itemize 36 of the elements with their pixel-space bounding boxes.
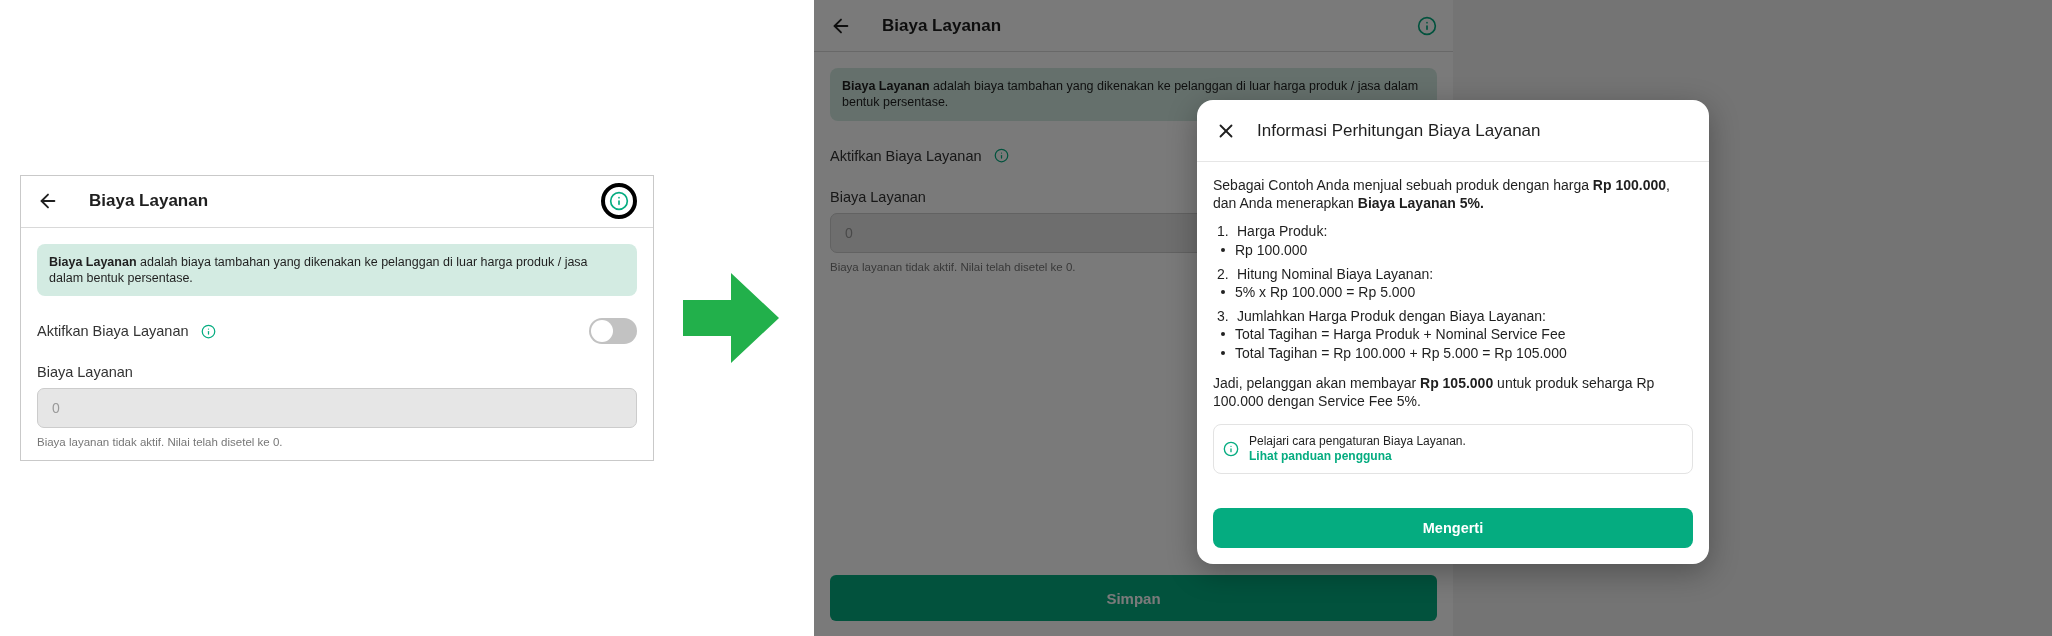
conclusion-text: Jadi, pelanggan akan membayar Rp 105.000 untuk produk seharga Rp 100.000 dengan Service Fee 5%.	[1213, 373, 1656, 411]
step-detail: Total Tagihan = Rp 100.000 + Rp 5.000 = Rp 105.000	[1235, 343, 1567, 362]
helper-text: Biaya layanan tidak aktif. Nilai telah disetel ke 0.	[830, 260, 1076, 273]
bullet-icon	[1221, 332, 1225, 337]
info-icon[interactable]	[1417, 15, 1437, 36]
bullet-icon	[1221, 247, 1225, 252]
dialog-title: Informasi Perhitungan Biaya Layanan	[1257, 120, 1541, 141]
toggle-switch[interactable]	[589, 318, 637, 345]
screen-title: Biaya Layanan	[882, 15, 1003, 36]
screen-title: Biaya Layanan	[89, 191, 210, 212]
arrow-right-icon	[683, 273, 779, 363]
info-icon[interactable]	[609, 191, 629, 212]
step-title: Harga Produk:	[1237, 222, 1328, 241]
callout-text: Pelajari cara pengaturan Biaya Layanan.	[1249, 434, 1466, 450]
field-label: Biaya Layanan	[830, 188, 926, 205]
step-title: Jumlahkan Harga Produk dengan Biaya Layanan:	[1237, 307, 1546, 326]
info-icon[interactable]	[993, 148, 1009, 163]
confirm-button[interactable]: Mengerti	[1213, 508, 1693, 549]
step-number: 1.	[1216, 222, 1230, 241]
toggle-label: Aktifkan Biaya Layanan	[830, 147, 982, 164]
intro-text: Sebagai Contoh Anda menjual sebuah produk dengan harga Rp 100.000, dan Anda menerapkan Biaya Layanan 5%.	[1213, 176, 1671, 213]
bullet-icon	[1221, 350, 1225, 355]
helper-text: Biaya layanan tidak aktif. Nilai telah disetel ke 0.	[37, 436, 283, 449]
guide-link[interactable]: Lihat panduan pengguna	[1249, 449, 1466, 465]
step-detail: Total Tagihan = Harga Produk + Nominal Service Fee	[1235, 325, 1566, 344]
step-title: Hitung Nominal Biaya Layanan:	[1237, 264, 1434, 283]
save-button[interactable]: Simpan	[830, 575, 1437, 621]
step-number: 3.	[1216, 307, 1230, 326]
toggle-label: Aktifkan Biaya Layanan	[37, 323, 189, 340]
step-detail: 5% x Rp 100.000 = Rp 5.000	[1235, 282, 1416, 302]
field-label: Biaya Layanan	[37, 364, 133, 381]
bullet-icon	[1221, 290, 1225, 295]
step-number: 2.	[1216, 264, 1230, 283]
info-icon	[1223, 441, 1239, 458]
info-icon[interactable]	[200, 323, 216, 339]
info-banner: Biaya Layanan adalah biaya tambahan yang dikenakan ke pelanggan di luar harga produk / jasa dalam bentuk persentase.	[37, 243, 637, 297]
